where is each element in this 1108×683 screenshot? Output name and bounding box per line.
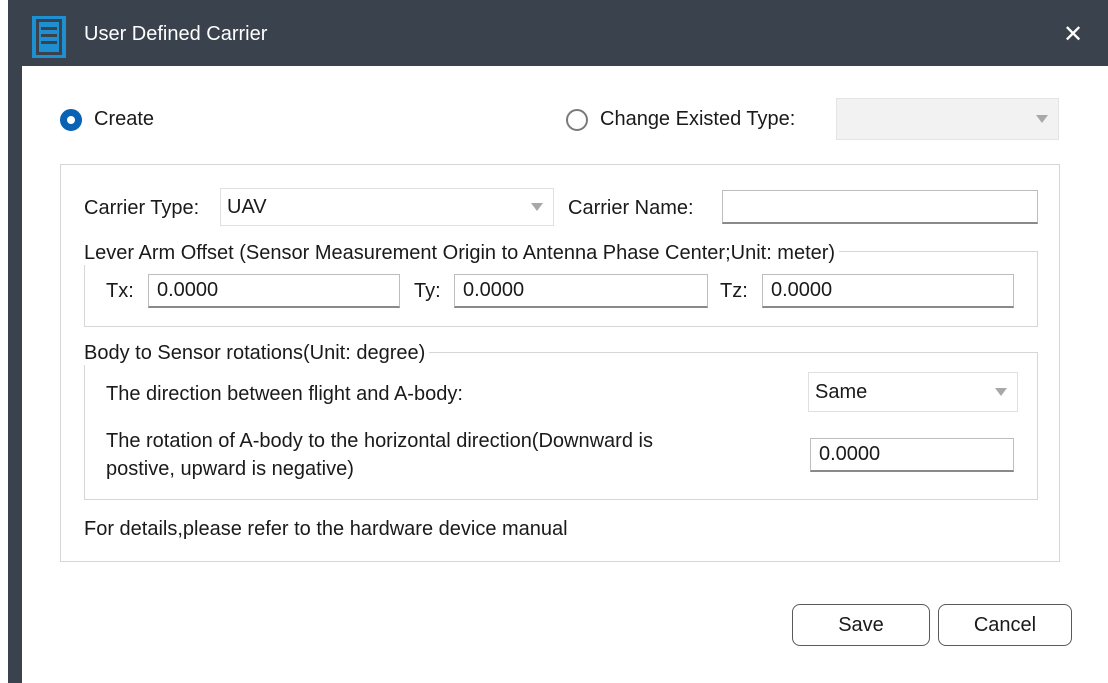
rotation-label-line1: The rotation of A-body to the horizontal…	[106, 430, 653, 452]
tz-input[interactable]: 0.0000	[762, 274, 1014, 308]
tx-label: Tx:	[106, 280, 134, 302]
close-icon[interactable]: ✕	[1060, 22, 1086, 48]
carrier-type-select[interactable]: UAV	[220, 188, 554, 226]
carrier-name-label: Carrier Name:	[568, 197, 694, 219]
desktop-strip	[0, 0, 8, 683]
carrier-type-label: Carrier Type:	[84, 197, 200, 219]
change-existed-type-radio[interactable]: Change Existed Type:	[566, 108, 795, 131]
carrier-name-input[interactable]	[722, 190, 1038, 224]
dialog-window: User Defined Carrier ✕ Create Change Exi…	[0, 0, 1108, 683]
ty-label: Ty:	[414, 280, 441, 302]
rotation-legend: Body to Sensor rotations(Unit: degree)	[84, 342, 430, 365]
existed-type-select[interactable]	[836, 98, 1059, 140]
tz-label: Tz:	[720, 280, 748, 302]
create-radio[interactable]: Create	[60, 108, 154, 131]
save-button[interactable]: Save	[792, 604, 930, 646]
document-icon	[32, 16, 66, 58]
chevron-down-icon	[531, 203, 543, 211]
chevron-down-icon	[995, 388, 1007, 396]
lever-arm-legend: Lever Arm Offset (Sensor Measurement Ori…	[84, 242, 840, 265]
chevron-down-icon	[1036, 115, 1048, 123]
create-radio-label: Create	[94, 108, 155, 130]
radio-unchecked-icon	[566, 108, 588, 131]
cancel-button[interactable]: Cancel	[938, 604, 1072, 646]
direction-value: Same	[815, 381, 868, 403]
carrier-type-value: UAV	[227, 196, 267, 218]
window-left-border	[8, 0, 22, 683]
radio-checked-icon	[60, 108, 82, 131]
tx-input[interactable]: 0.0000	[148, 274, 400, 308]
direction-label: The direction between flight and A-body:	[106, 383, 463, 405]
title-bar[interactable]: User Defined Carrier ✕	[8, 0, 1108, 66]
dialog-title: User Defined Carrier	[84, 23, 268, 45]
dialog-content: Create Change Existed Type: Carrier Type…	[22, 66, 1108, 683]
rotation-input[interactable]: 0.0000	[810, 438, 1014, 472]
direction-select[interactable]: Same	[808, 372, 1018, 412]
rotation-label-line2: postive, upward is negative)	[106, 458, 354, 480]
details-note: For details,please refer to the hardware…	[84, 518, 568, 540]
change-existed-type-label: Change Existed Type:	[600, 108, 796, 130]
ty-input[interactable]: 0.0000	[454, 274, 708, 308]
